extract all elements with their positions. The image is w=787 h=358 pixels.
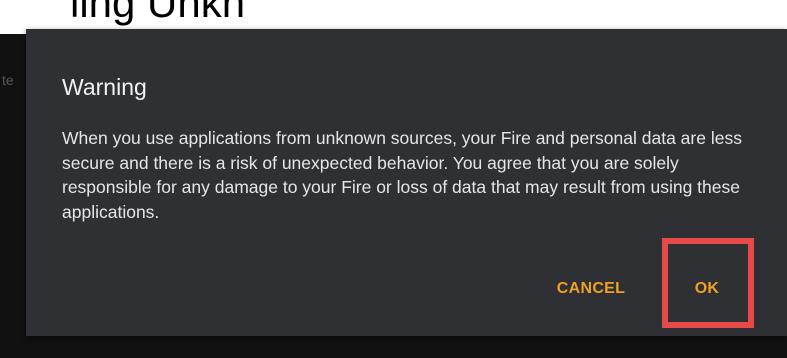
- background-partial-text: te: [2, 72, 14, 88]
- dialog-message: When you use applications from unknown s…: [62, 128, 742, 222]
- dialog-title: Warning: [62, 74, 147, 100]
- cancel-button[interactable]: CANCEL: [536, 264, 646, 314]
- ok-highlight-box: [662, 238, 754, 328]
- caption-text: ling Unkn: [70, 0, 246, 26]
